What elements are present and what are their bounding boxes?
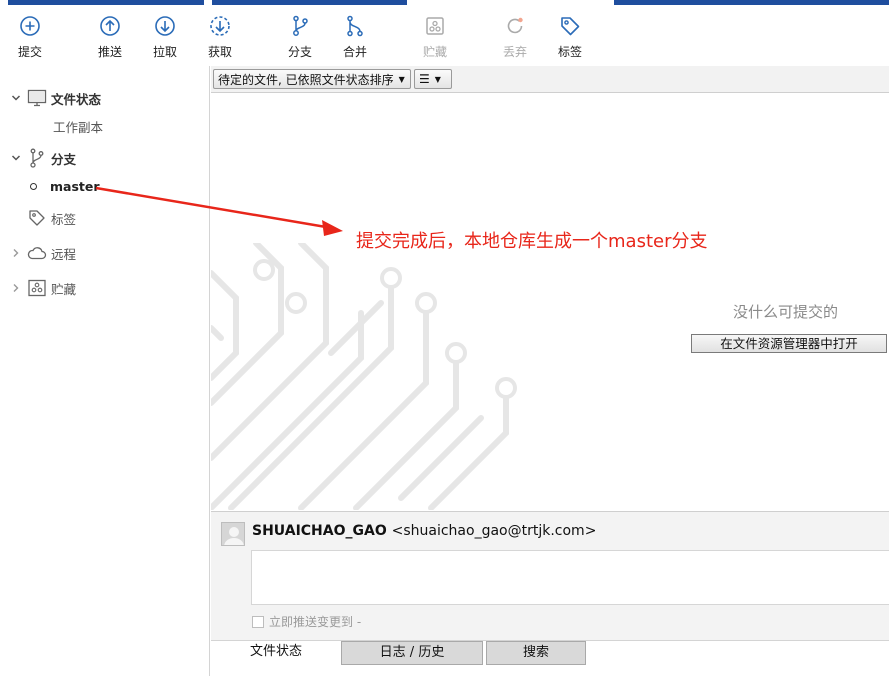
sidebar-item-label: 标签 [51, 211, 77, 227]
fetch-button[interactable]: 获取 [195, 14, 245, 60]
fetch-label: 获取 [207, 45, 232, 59]
sidebar-item-label: 远程 [51, 246, 77, 262]
tag-icon [27, 208, 47, 228]
tab-log-history[interactable]: 日志 / 历史 [341, 641, 483, 665]
pending-files-area: 没什么可提交的 在文件资源管理器中打开 [211, 93, 889, 510]
merge-label: 合并 [342, 45, 367, 59]
sidebar-item-working-copy[interactable]: 工作副本 [42, 114, 103, 138]
sidebar-item-stashes[interactable]: 贮藏 [0, 276, 76, 300]
filter-bar: 待定的文件, 已依照文件状态排序 ▼ ☰ ▼ [211, 66, 889, 93]
sort-dropdown-label: 待定的文件, 已依照文件状态排序 [218, 72, 394, 87]
push-immediately-label: 立即推送变更到 - [269, 615, 362, 629]
annotation-text: 提交完成后，本地仓库生成一个master分支 [356, 231, 708, 252]
chevron-down-icon[interactable] [10, 92, 22, 104]
push-immediately-checkbox[interactable]: 立即推送变更到 - [252, 613, 361, 630]
tab-file-status[interactable]: 文件状态 [213, 641, 339, 665]
sidebar-item-label: 贮藏 [51, 281, 77, 297]
caret-down-icon: ▼ [434, 74, 441, 84]
stash-icon [426, 17, 444, 35]
sidebar: 文件状态 工作副本 分支 master 标签 远程 贮藏 [0, 66, 210, 676]
sidebar-item-file-status[interactable]: 文件状态 [0, 86, 101, 110]
chevron-right-icon[interactable] [10, 282, 22, 294]
window-tab[interactable] [212, 0, 407, 5]
fetch-icon [210, 16, 230, 36]
toolbar: 提交 推送 拉取 获取 分支 合并 贮藏 丢弃 标签 [0, 6, 889, 66]
chevron-down-icon[interactable] [10, 152, 22, 164]
sidebar-item-label: 文件状态 [51, 91, 102, 107]
bottom-tabs: 文件状态 日志 / 历史 搜索 [211, 640, 889, 676]
discard-button[interactable]: 丢弃 [490, 14, 540, 60]
circuit-background-decoration [211, 243, 517, 510]
sidebar-item-master[interactable]: master [30, 174, 100, 198]
commit-panel: SHUAICHAO_GAO <shuaichao_gao@trtjk.com> … [211, 511, 889, 640]
discard-icon [507, 17, 523, 34]
stash-button[interactable]: 贮藏 [410, 14, 460, 60]
caret-down-icon: ▼ [398, 74, 405, 84]
commit-author: SHUAICHAO_GAO <shuaichao_gao@trtjk.com> [252, 523, 596, 539]
pull-button[interactable]: 拉取 [140, 14, 190, 60]
window-tab[interactable] [8, 0, 204, 5]
tag-button[interactable]: 标签 [545, 14, 595, 60]
avatar [221, 522, 245, 546]
view-mode-dropdown[interactable]: ☰ ▼ [414, 69, 452, 89]
stash-label: 贮藏 [422, 45, 447, 59]
branch-button[interactable]: 分支 [275, 14, 325, 60]
author-name: SHUAICHAO_GAO [252, 523, 387, 539]
nothing-to-commit-text: 没什么可提交的 [733, 303, 839, 321]
sidebar-item-remotes[interactable]: 远程 [0, 241, 76, 265]
sidebar-item-label: 工作副本 [53, 119, 104, 135]
current-branch-dot-icon [30, 182, 37, 190]
merge-button[interactable]: 合并 [330, 14, 380, 60]
window-tab[interactable] [614, 0, 889, 5]
sidebar-item-label: 分支 [51, 151, 77, 167]
tag-label: 标签 [557, 45, 582, 59]
arrow-down-circle-icon [155, 16, 175, 36]
author-email: <shuaichao_gao@trtjk.com> [391, 523, 597, 539]
merge-icon [347, 15, 363, 37]
push-button[interactable]: 推送 [85, 14, 135, 60]
plus-circle-icon [20, 16, 40, 36]
tag-icon [561, 17, 580, 36]
stash-icon [27, 278, 47, 298]
commit-label: 提交 [17, 45, 42, 59]
push-label: 推送 [97, 45, 122, 59]
branch-icon [293, 15, 308, 36]
checkbox-box[interactable] [252, 615, 264, 628]
list-icon: ☰ [419, 72, 430, 86]
pull-label: 拉取 [152, 45, 177, 59]
open-in-explorer-button[interactable]: 在文件资源管理器中打开 [691, 334, 887, 353]
arrow-up-circle-icon [100, 16, 120, 36]
branch-label: 分支 [287, 45, 312, 59]
commit-button[interactable]: 提交 [5, 14, 55, 60]
file-status-pane: 待定的文件, 已依照文件状态排序 ▼ ☰ ▼ 没什么可提交的 在文件资源管理器中… [211, 66, 889, 510]
monitor-icon [27, 88, 47, 108]
commit-message-input[interactable] [251, 550, 889, 605]
chevron-right-icon[interactable] [10, 247, 22, 259]
cloud-icon [27, 243, 47, 263]
sidebar-item-branches[interactable]: 分支 [0, 146, 76, 170]
tab-search[interactable]: 搜索 [486, 641, 586, 665]
sidebar-item-label: master [50, 178, 100, 194]
sidebar-item-tags[interactable]: 标签 [22, 206, 76, 230]
sort-dropdown[interactable]: 待定的文件, 已依照文件状态排序 ▼ [213, 69, 411, 89]
discard-label: 丢弃 [502, 45, 527, 59]
branch-icon [27, 148, 47, 168]
